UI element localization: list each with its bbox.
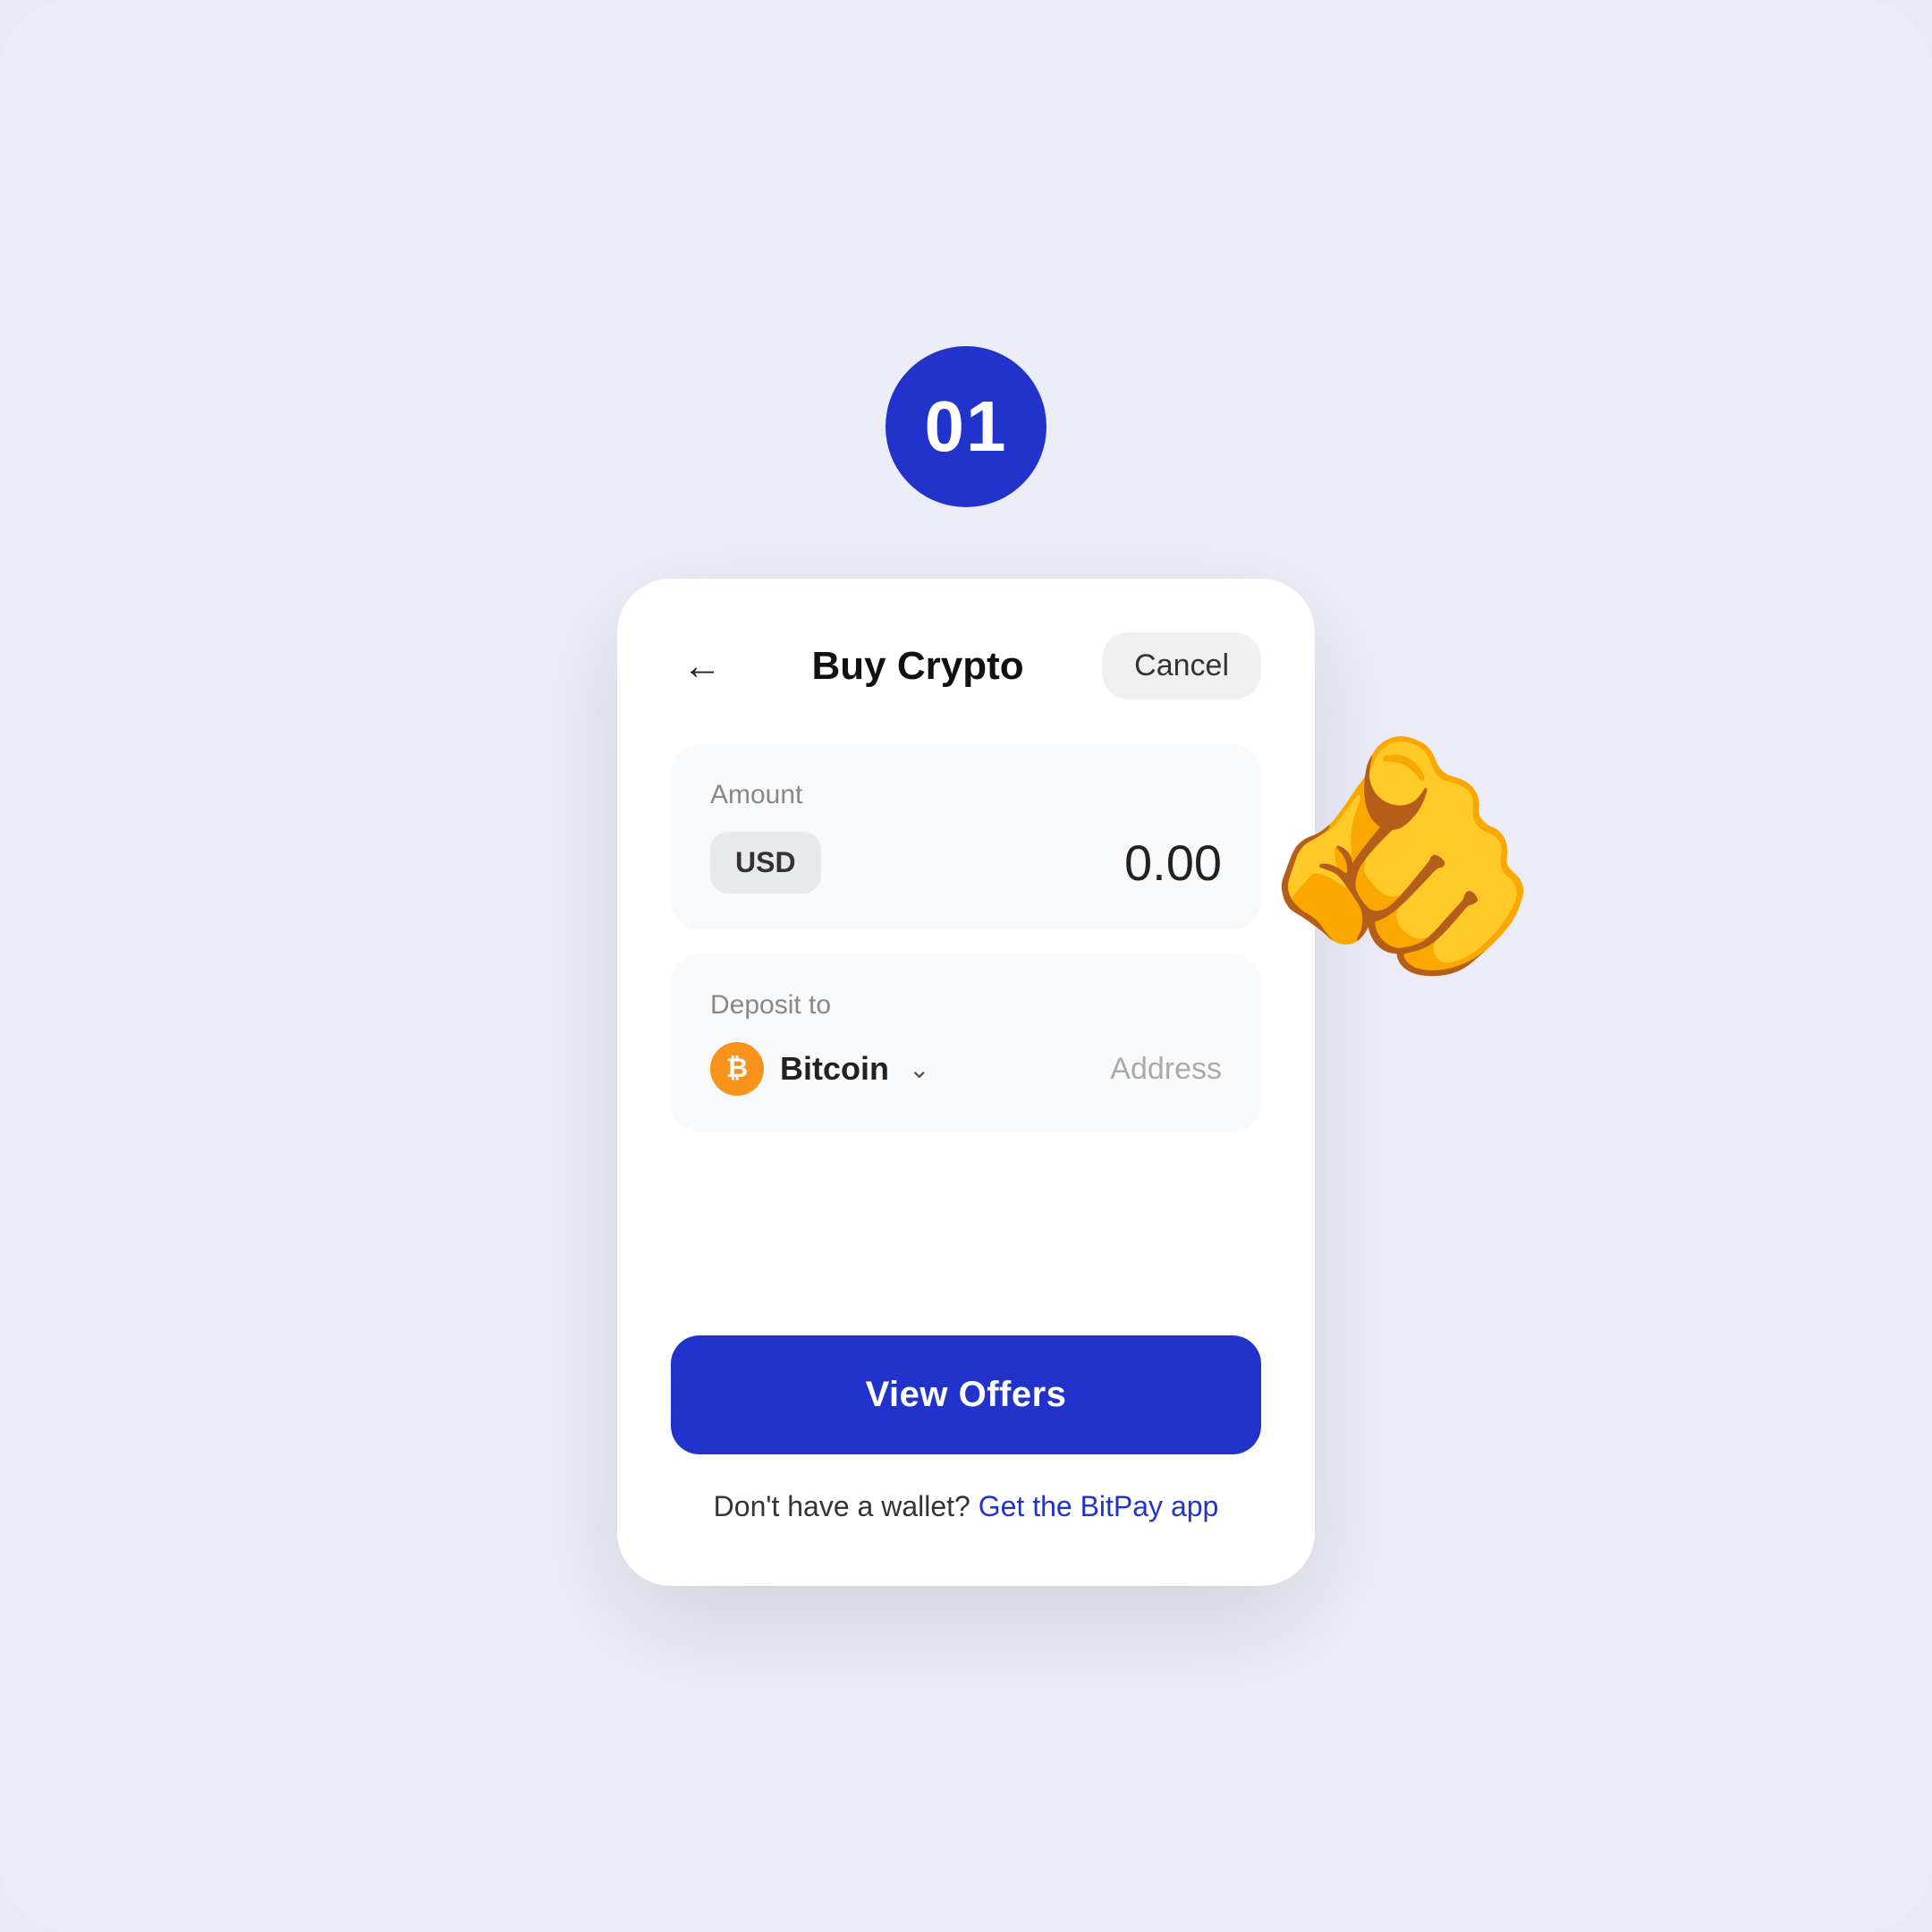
back-arrow-icon: ← bbox=[682, 647, 722, 686]
footer-static-text: Don't have a wallet? bbox=[714, 1490, 970, 1522]
phone-card: ← Buy Crypto Cancel Amount USD 0.00 Depo… bbox=[617, 579, 1315, 1586]
view-offers-button[interactable]: View Offers bbox=[671, 1335, 1261, 1454]
step-number: 01 bbox=[925, 386, 1008, 468]
crypto-selector[interactable]: ₿ Bitcoin ⌄ bbox=[710, 1042, 929, 1096]
bitcoin-icon: ₿ bbox=[710, 1042, 764, 1096]
address-label[interactable]: Address bbox=[1110, 1052, 1222, 1087]
amount-label: Amount bbox=[710, 780, 1222, 810]
chevron-down-icon: ⌄ bbox=[909, 1055, 929, 1084]
amount-row: USD 0.00 bbox=[710, 832, 1222, 894]
cancel-button[interactable]: Cancel bbox=[1102, 632, 1261, 699]
deposit-label: Deposit to bbox=[710, 990, 1222, 1021]
spacer bbox=[671, 1157, 1261, 1335]
currency-badge[interactable]: USD bbox=[710, 832, 821, 894]
page-wrapper: 01 ← Buy Crypto Cancel Amount USD 0.00 bbox=[0, 0, 1932, 1932]
amount-value[interactable]: 0.00 bbox=[1124, 834, 1222, 892]
step-badge: 01 bbox=[886, 346, 1046, 507]
page-title: Buy Crypto bbox=[812, 644, 1024, 689]
deposit-row: ₿ Bitcoin ⌄ Address bbox=[710, 1042, 1222, 1096]
header: ← Buy Crypto Cancel bbox=[671, 632, 1261, 699]
footer: Don't have a wallet? Get the BitPay app bbox=[671, 1490, 1261, 1523]
amount-card: Amount USD 0.00 bbox=[671, 744, 1261, 929]
phone-container: ← Buy Crypto Cancel Amount USD 0.00 Depo… bbox=[617, 579, 1315, 1586]
crypto-name: Bitcoin bbox=[780, 1050, 889, 1088]
pointing-hand-icon: 🫵 bbox=[1258, 740, 1547, 972]
back-button[interactable]: ← bbox=[671, 635, 733, 698]
deposit-card: Deposit to ₿ Bitcoin ⌄ Address bbox=[671, 954, 1261, 1131]
bitpay-app-link[interactable]: Get the BitPay app bbox=[979, 1490, 1219, 1522]
